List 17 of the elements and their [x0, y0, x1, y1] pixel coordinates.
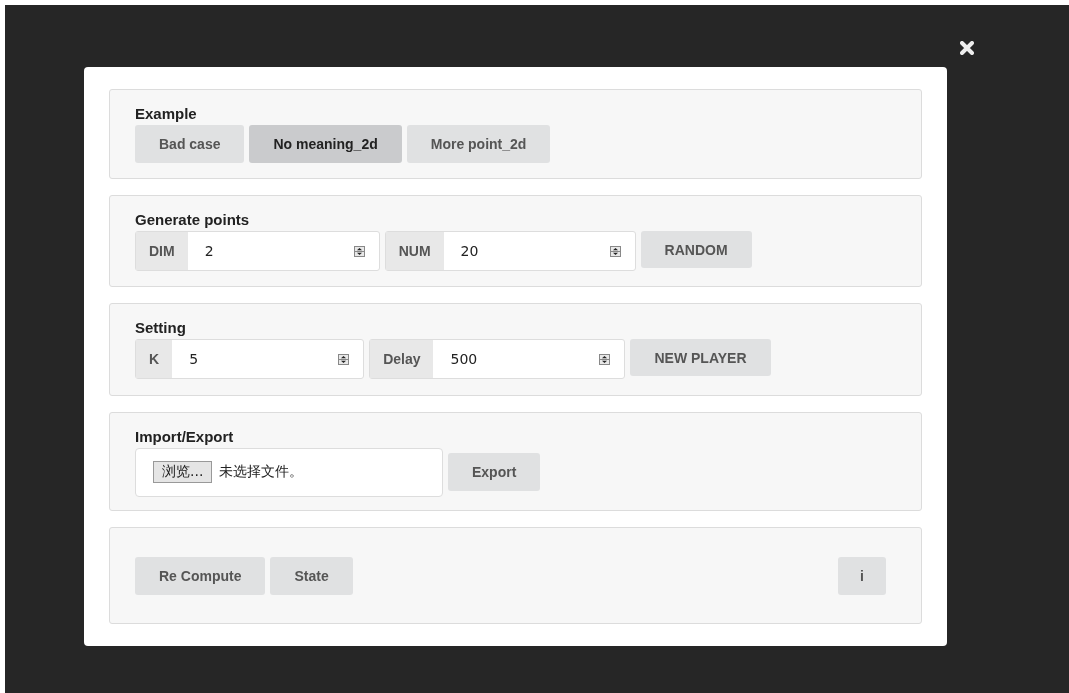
action-button[interactable]: NEW PLAYER [630, 339, 771, 377]
export-button[interactable]: Export [448, 452, 541, 491]
action-button[interactable]: State [270, 556, 353, 595]
section-title: Generate points [135, 210, 251, 231]
action-button[interactable]: RANDOM [640, 231, 752, 269]
action-button[interactable]: Re Compute [135, 556, 266, 595]
file-status: 未选择文件。 [219, 463, 304, 482]
file-field[interactable]: 浏览... 未选择文件。 [135, 447, 443, 497]
info-button[interactable]: i [838, 556, 886, 595]
example-button[interactable]: No meaning_2d [249, 125, 402, 163]
section-title: Setting [135, 318, 187, 339]
example-button[interactable]: Bad case [135, 125, 245, 163]
browse-button[interactable]: 浏览... [153, 461, 213, 484]
example-button[interactable]: More point_2d [406, 125, 551, 163]
section-title: Example [135, 104, 198, 124]
close-icon[interactable] [960, 41, 974, 55]
section-title: Import/Export [135, 426, 235, 447]
